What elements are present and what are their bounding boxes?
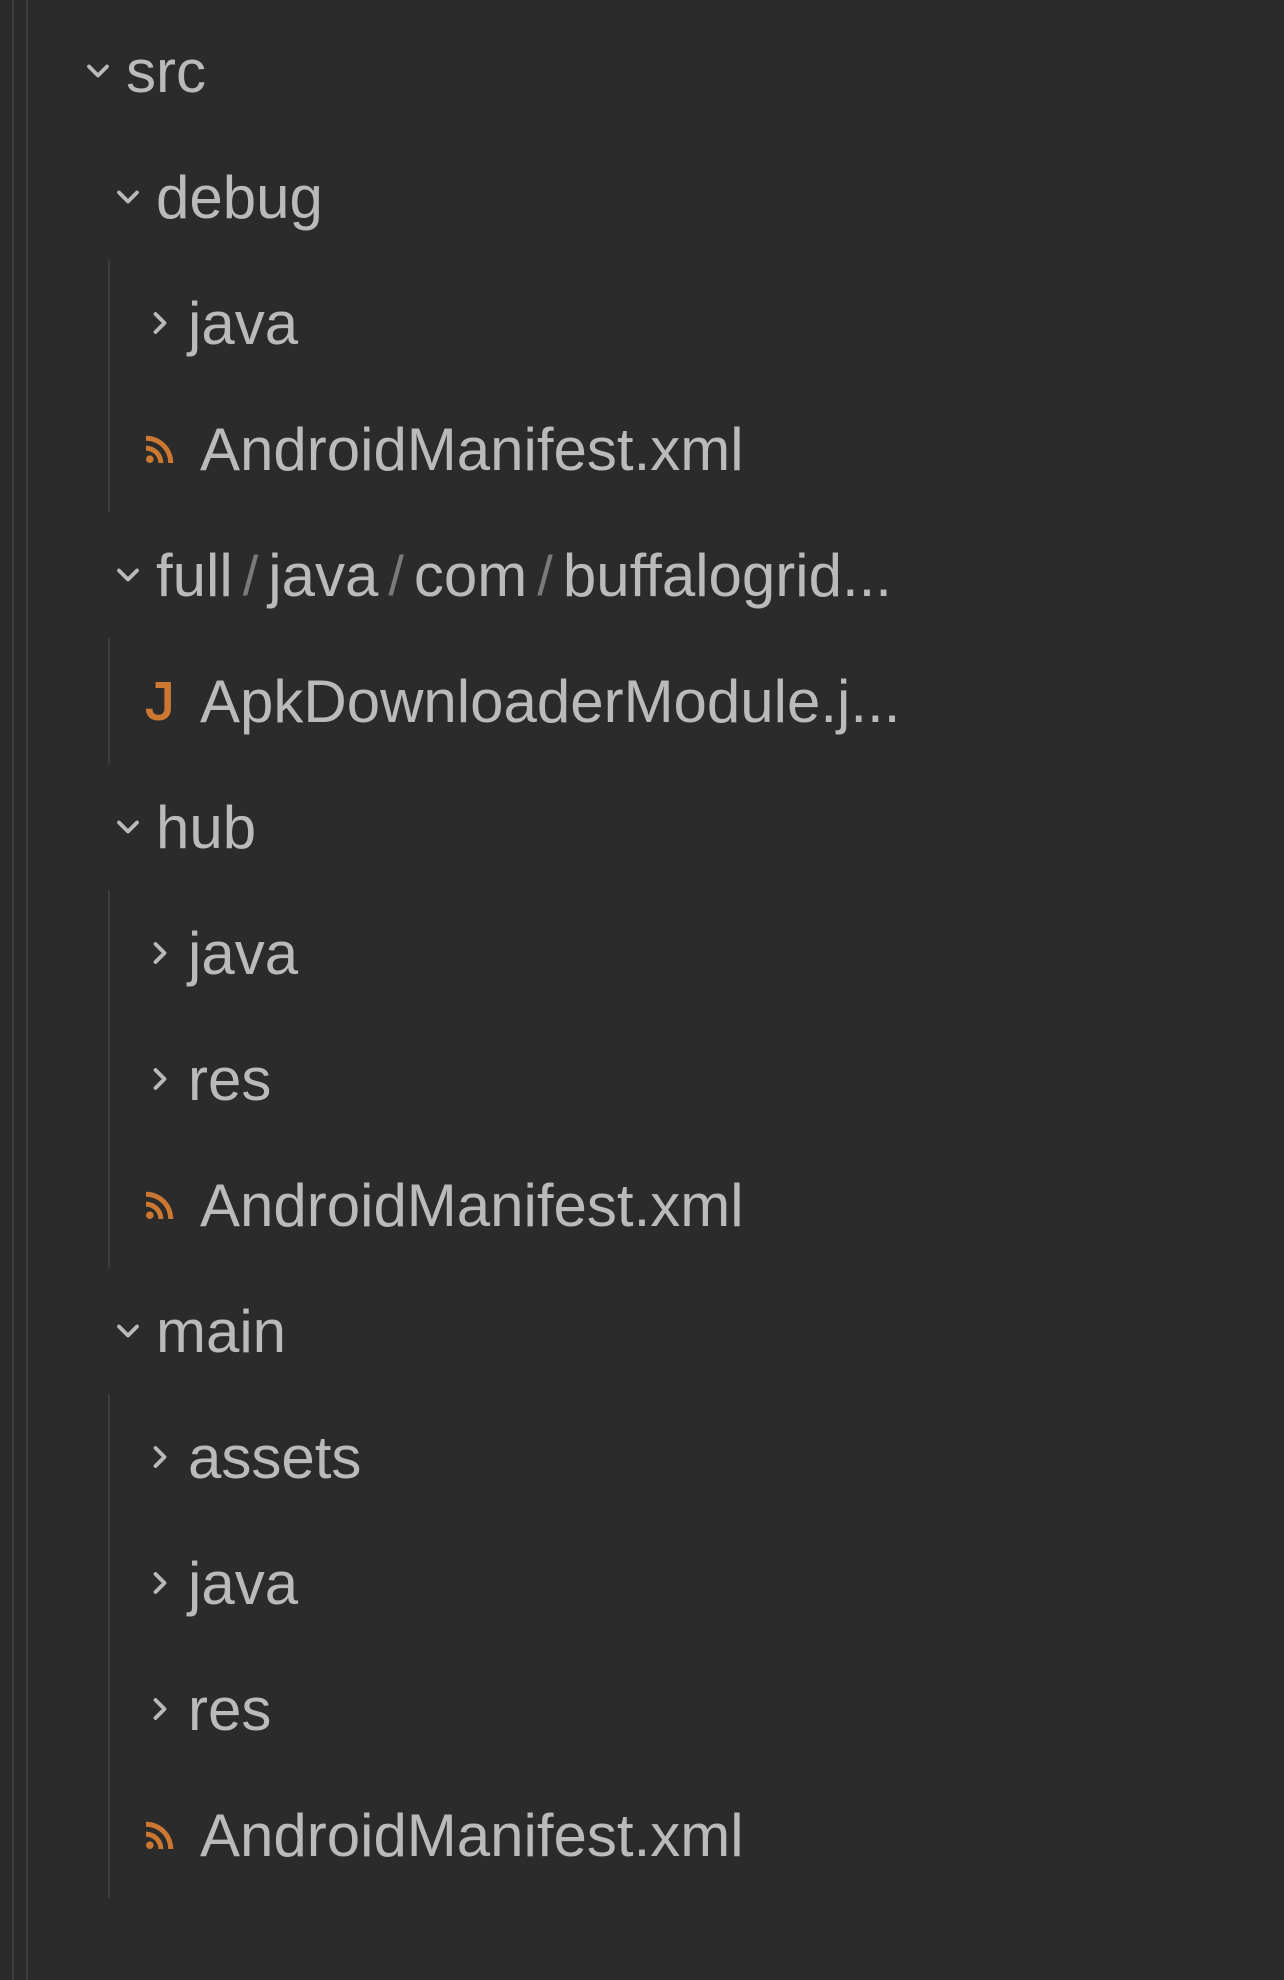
xml-file-icon <box>132 1184 188 1226</box>
folder-hub-res[interactable]: res <box>0 1016 1284 1142</box>
chevron-right-icon <box>132 1565 188 1601</box>
folder-full-path[interactable]: full / java / com / buffalogrid... <box>0 512 1284 638</box>
folder-label: main <box>156 1297 286 1366</box>
folder-label: debug <box>156 163 323 232</box>
path-segment: full <box>156 541 233 610</box>
folder-label: res <box>188 1045 271 1114</box>
folder-label: assets <box>188 1423 361 1492</box>
xml-file-icon <box>132 1814 188 1856</box>
chevron-right-icon <box>132 935 188 971</box>
java-file-icon: J <box>132 667 188 736</box>
chevron-down-icon <box>100 179 156 215</box>
file-label: AndroidManifest.xml <box>200 1801 744 1870</box>
folder-label: java <box>188 289 298 358</box>
folder-label: res <box>188 1675 271 1744</box>
file-label: ApkDownloaderModule.j... <box>200 667 900 736</box>
folder-hub[interactable]: hub <box>0 764 1284 890</box>
folder-debug[interactable]: debug <box>0 134 1284 260</box>
path-segment: buffalogrid... <box>563 541 892 610</box>
chevron-right-icon <box>132 305 188 341</box>
file-hub-manifest[interactable]: AndroidManifest.xml <box>0 1142 1284 1268</box>
path-segment: java <box>268 541 378 610</box>
folder-main-java[interactable]: java <box>0 1520 1284 1646</box>
chevron-right-icon <box>132 1691 188 1727</box>
folder-label: java <box>188 1549 298 1618</box>
file-label: AndroidManifest.xml <box>200 1171 744 1240</box>
file-debug-manifest[interactable]: AndroidManifest.xml <box>0 386 1284 512</box>
chevron-down-icon <box>70 53 126 89</box>
file-main-manifest[interactable]: AndroidManifest.xml <box>0 1772 1284 1898</box>
path-segment: com <box>414 541 527 610</box>
chevron-down-icon <box>100 1313 156 1349</box>
folder-main-res[interactable]: res <box>0 1646 1284 1772</box>
folder-hub-java[interactable]: java <box>0 890 1284 1016</box>
path-separator: / <box>233 543 269 608</box>
folder-src[interactable]: src <box>0 8 1284 134</box>
folder-debug-java[interactable]: java <box>0 260 1284 386</box>
chevron-down-icon <box>100 557 156 593</box>
chevron-right-icon <box>132 1061 188 1097</box>
file-tree: src debug java AndroidManifest.xml full … <box>0 0 1284 1898</box>
file-label: AndroidManifest.xml <box>200 415 744 484</box>
path-separator: / <box>527 543 563 608</box>
file-apk-downloader[interactable]: J ApkDownloaderModule.j... <box>0 638 1284 764</box>
xml-file-icon <box>132 428 188 470</box>
folder-main[interactable]: main <box>0 1268 1284 1394</box>
folder-label: src <box>126 37 206 106</box>
folder-label: java <box>188 919 298 988</box>
chevron-down-icon <box>100 809 156 845</box>
folder-main-assets[interactable]: assets <box>0 1394 1284 1520</box>
folder-label: hub <box>156 793 256 862</box>
path-separator: / <box>378 543 414 608</box>
chevron-right-icon <box>132 1439 188 1475</box>
